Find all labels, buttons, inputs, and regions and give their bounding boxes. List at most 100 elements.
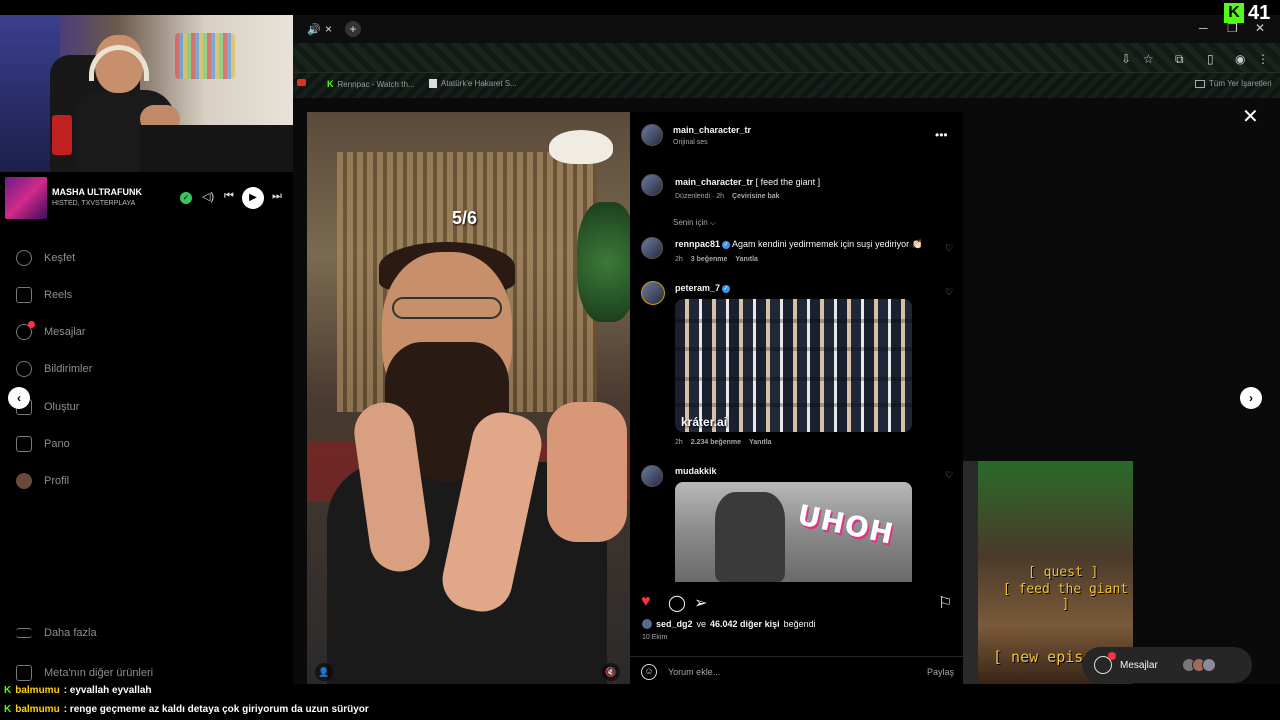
profile-avatar-icon[interactable]: ◉ bbox=[1235, 52, 1245, 66]
post-date: 10 Ekim bbox=[642, 634, 668, 641]
play-button[interactable]: ▶ bbox=[242, 187, 264, 209]
gif-text: UHOH bbox=[794, 498, 897, 551]
volume-icon[interactable]: ◁) bbox=[202, 190, 214, 203]
commenter-avatar[interactable] bbox=[641, 465, 663, 487]
sidebar-item-more[interactable]: Daha fazla bbox=[16, 627, 97, 639]
more-options-icon[interactable]: ••• bbox=[935, 128, 948, 142]
bookmark-rennpac[interactable]: K Rennpac - Watch th... bbox=[327, 79, 415, 89]
see-translation-link[interactable]: Çevirisine bak bbox=[732, 193, 779, 200]
menu-dots-icon[interactable]: ⋮ bbox=[1257, 52, 1269, 66]
heart-icon bbox=[16, 361, 32, 377]
gif-giant-figure bbox=[715, 492, 785, 582]
bookmark-ataturk[interactable]: Atatürk'e Hakaret S... bbox=[429, 79, 517, 88]
kick-viewer-badge: K 41 bbox=[1224, 2, 1280, 24]
comment-like-icon[interactable]: ♡ bbox=[945, 470, 953, 481]
thumbnail-text-1: [ quest ] bbox=[1028, 565, 1099, 580]
reply-button[interactable]: Yanıtla bbox=[749, 439, 772, 446]
sidebar-item-dashboard[interactable]: Pano bbox=[16, 436, 70, 452]
comment-icon[interactable]: ◯ bbox=[668, 593, 686, 613]
post-author[interactable]: main_character_tr bbox=[673, 125, 751, 135]
bookmark-youtube[interactable] bbox=[297, 79, 306, 86]
bookmark-icon[interactable]: ⚐ bbox=[938, 593, 952, 613]
comment-user[interactable]: rennpac81 bbox=[675, 239, 720, 249]
install-app-icon[interactable]: ⇩ bbox=[1121, 52, 1131, 66]
sidebar-item-notifications[interactable]: Bildirimler bbox=[16, 361, 92, 377]
comment-likes[interactable]: 3 beğenme bbox=[691, 256, 728, 263]
caption-user[interactable]: main_character_tr bbox=[675, 177, 753, 187]
comment-time: 2h bbox=[675, 439, 683, 446]
caption-edited: Düzenlendi · 2h bbox=[675, 193, 725, 200]
reply-button[interactable]: Yanıtla bbox=[735, 256, 758, 263]
next-track-icon[interactable]: ⏭ bbox=[272, 190, 282, 203]
viewer-count: 41 bbox=[1248, 1, 1271, 24]
webcam-poster bbox=[175, 33, 235, 79]
minimize-icon[interactable]: ─ bbox=[1199, 21, 1208, 35]
share-icon[interactable]: ➢ bbox=[694, 593, 707, 613]
sidebar-item-meta[interactable]: Meta'nın diğer ürünleri bbox=[16, 665, 153, 681]
kick-badge-icon: K bbox=[4, 685, 12, 696]
gif-crowd-row bbox=[675, 403, 912, 407]
like-heart-icon[interactable]: ♥ bbox=[641, 593, 651, 611]
bookmarks-bar: K Rennpac - Watch th... Atatürk'e Hakaret… bbox=[293, 73, 1280, 98]
messenger-icon bbox=[1094, 652, 1116, 674]
gif-crowd-row bbox=[675, 319, 912, 323]
youtube-icon bbox=[297, 79, 306, 86]
star-icon[interactable]: ☆ bbox=[1143, 52, 1154, 66]
address-bar[interactable]: ⇩ ☆ ⧉ ▯ ◉ ⋮ bbox=[293, 43, 1280, 73]
hamburger-icon bbox=[16, 628, 32, 638]
sidebar-item-label: Mesajlar bbox=[44, 326, 86, 338]
sidebar-icon[interactable]: ▯ bbox=[1207, 52, 1214, 66]
comment-like-icon[interactable]: ♡ bbox=[945, 287, 953, 298]
all-bookmarks[interactable]: Tüm Yer İşaretleri bbox=[1195, 79, 1272, 88]
author-avatar[interactable] bbox=[641, 124, 663, 146]
verified-icon: ✓ bbox=[722, 284, 731, 293]
chat-message: K balmumu : eyvallah eyvallah bbox=[4, 685, 152, 696]
new-tab-button[interactable]: + bbox=[345, 21, 361, 37]
messages-pill[interactable]: Mesajlar bbox=[1082, 647, 1252, 683]
instagram-sidebar: Keşfet Reels Mesajlar Bildirimler Oluştu… bbox=[0, 224, 293, 696]
comment-like-icon[interactable]: ♡ bbox=[945, 243, 953, 254]
sidebar-item-label: Profil bbox=[44, 475, 70, 487]
next-post-button[interactable]: › bbox=[1240, 387, 1262, 409]
comment-user[interactable]: mudakkik bbox=[675, 466, 717, 476]
thumbnail-text-3: [ new episo bbox=[993, 648, 1093, 666]
sidebar-item-messages[interactable]: Mesajlar bbox=[16, 321, 86, 340]
liked-by-others[interactable]: 46.042 diğer kişi bbox=[710, 619, 780, 629]
comment-sort-dropdown[interactable]: Senin için ⌵ bbox=[673, 218, 716, 228]
liker-user[interactable]: sed_dg2 bbox=[656, 619, 693, 629]
sidebar-item-explore[interactable]: Keşfet bbox=[16, 250, 75, 266]
webcam-overlay bbox=[0, 15, 293, 172]
comment-gif[interactable]: kráter.ai bbox=[675, 299, 912, 432]
video-plant bbox=[577, 202, 630, 322]
extensions-icon[interactable]: ⧉ bbox=[1175, 52, 1184, 67]
post-video[interactable]: 5/6 👤 🔇 bbox=[307, 112, 630, 688]
previous-track-icon[interactable]: ⏮ bbox=[224, 190, 234, 203]
sidebar-item-reels[interactable]: Reels bbox=[16, 287, 72, 303]
post-audio[interactable]: Orijinal ses bbox=[673, 139, 708, 146]
gif-crowd-row bbox=[675, 347, 912, 351]
sidebar-item-profile[interactable]: Profil bbox=[16, 473, 69, 489]
speaker-icon[interactable]: 🔊 bbox=[307, 23, 321, 36]
commenter-avatar[interactable] bbox=[641, 237, 663, 259]
previous-post-button[interactable]: ‹ bbox=[8, 387, 30, 409]
verified-icon: ✓ bbox=[722, 240, 731, 249]
emoji-icon[interactable]: ☺ bbox=[641, 664, 657, 680]
comment-user[interactable]: peteram_7 bbox=[675, 283, 720, 293]
kick-badge-icon: K bbox=[4, 704, 12, 715]
reels-icon bbox=[16, 287, 32, 303]
post-panel: main_character_tr Orijinal ses ••• main_… bbox=[630, 112, 963, 688]
close-modal-icon[interactable]: ✕ bbox=[1242, 104, 1259, 129]
comment-likes[interactable]: 2.234 beğenme bbox=[691, 439, 741, 446]
liked-by-conj: ve bbox=[696, 619, 707, 629]
post-comment-button[interactable]: Paylaş bbox=[927, 667, 954, 677]
commenter-avatar[interactable] bbox=[641, 281, 665, 305]
comment-gif[interactable]: UHOH bbox=[675, 482, 912, 582]
mute-icon[interactable]: 🔇 bbox=[602, 663, 620, 681]
comment-input[interactable] bbox=[668, 662, 908, 682]
comment-meta: 2h 2.234 beğenme Yanıtla bbox=[675, 439, 772, 446]
tagged-user-icon[interactable]: 👤 bbox=[315, 663, 333, 681]
all-bookmarks-label: Tüm Yer İşaretleri bbox=[1209, 79, 1272, 88]
caption-avatar[interactable] bbox=[641, 174, 663, 196]
tab-close-button[interactable]: × bbox=[325, 22, 332, 36]
sidebar-item-label: Bildirimler bbox=[44, 363, 93, 375]
